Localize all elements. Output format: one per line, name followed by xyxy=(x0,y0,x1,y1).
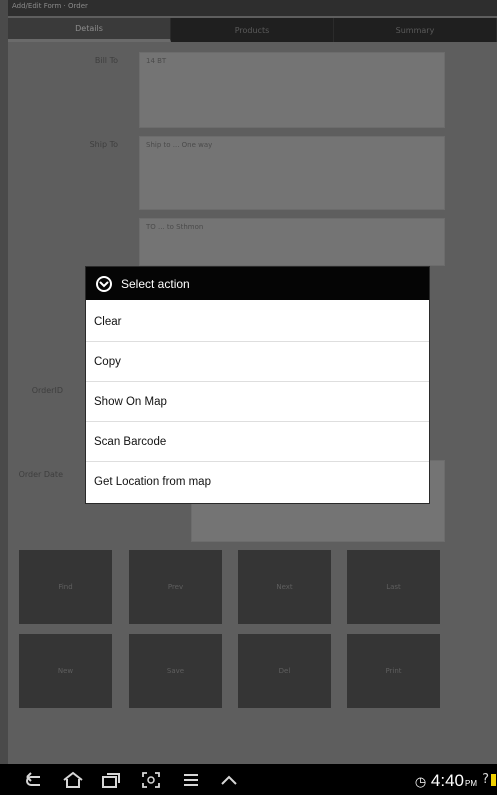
recent-apps-icon[interactable] xyxy=(98,770,124,790)
screenshot-icon[interactable] xyxy=(138,770,164,790)
clock-time: 4:40 xyxy=(430,771,464,790)
select-action-dialog: Select action Clear Copy Show On Map Sca… xyxy=(86,267,429,503)
save-button[interactable]: Save xyxy=(129,634,222,708)
clock-ampm: PM xyxy=(465,779,477,788)
menu-icon[interactable] xyxy=(178,770,204,790)
next-button[interactable]: Next xyxy=(238,550,331,624)
menu-item-clear[interactable]: Clear xyxy=(86,302,429,342)
tab-details[interactable]: Details xyxy=(8,18,171,42)
prev-button[interactable]: Prev xyxy=(129,550,222,624)
dialog-header: Select action xyxy=(86,267,429,300)
bill-to-label: Bill To xyxy=(94,56,118,65)
delete-button[interactable]: Del xyxy=(238,634,331,708)
print-button[interactable]: Print xyxy=(347,634,440,708)
status-clock: ◷ 4:40PM xyxy=(415,771,477,791)
ship-to-label: Ship To xyxy=(89,140,118,149)
find-button[interactable]: Find xyxy=(19,550,112,624)
home-icon[interactable] xyxy=(60,770,86,790)
app-title: Add/Edit Form · Order xyxy=(12,2,88,10)
top-status-bar: Add/Edit Form · Order xyxy=(8,0,497,16)
order-date-label: Order Date xyxy=(18,470,63,479)
bill-to-field[interactable]: 14 BT xyxy=(139,52,445,128)
menu-item-show-on-map[interactable]: Show On Map xyxy=(86,382,429,422)
dialog-title: Select action xyxy=(121,276,190,291)
tab-bar: Details Products Summary xyxy=(8,18,497,42)
alarm-icon: ◷ xyxy=(414,774,427,789)
new-button[interactable]: New xyxy=(19,634,112,708)
wifi-icon: ? xyxy=(482,772,489,787)
tab-products[interactable]: Products xyxy=(171,18,334,42)
address-field[interactable]: TO ... to Sthmon xyxy=(139,218,445,266)
order-id-label: OrderID xyxy=(31,386,63,395)
battery-icon xyxy=(491,774,496,786)
back-icon[interactable] xyxy=(22,770,46,790)
tab-summary[interactable]: Summary xyxy=(334,18,497,42)
menu-item-copy[interactable]: Copy xyxy=(86,342,429,382)
system-nav-bar: ◷ 4:40PM ? xyxy=(0,764,497,795)
last-button[interactable]: Last xyxy=(347,550,440,624)
menu-item-scan-barcode[interactable]: Scan Barcode xyxy=(86,422,429,462)
ship-to-field[interactable]: Ship to ... One way xyxy=(139,136,445,210)
up-chevron-icon[interactable] xyxy=(216,770,242,790)
dialog-down-arrow-icon xyxy=(95,275,113,293)
menu-item-get-location[interactable]: Get Location from map xyxy=(86,462,429,502)
